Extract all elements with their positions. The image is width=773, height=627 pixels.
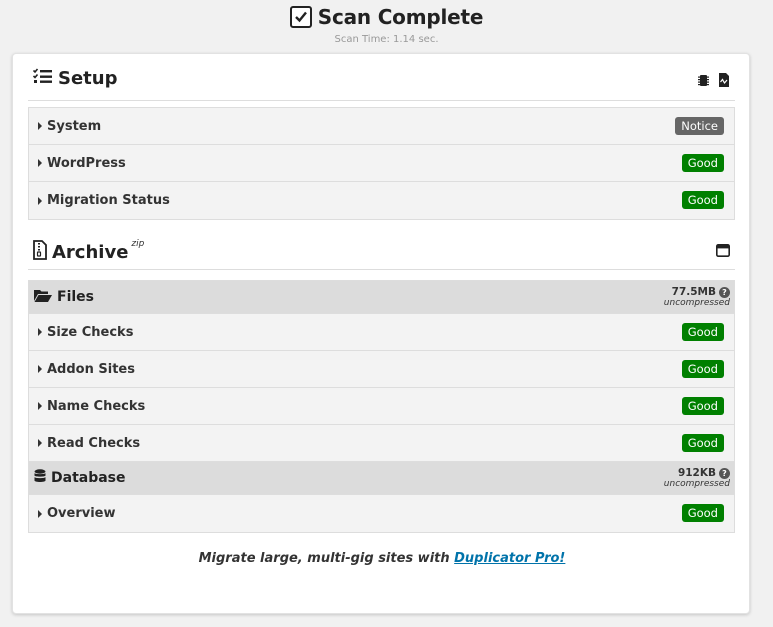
- status-badge: Good: [681, 397, 724, 415]
- scan-time: Scan Time: 1.14 sec.: [334, 34, 439, 45]
- row-label: Name Checks: [47, 398, 146, 414]
- files-group-header: Files 77.5MB? uncompressed: [29, 281, 734, 314]
- database-row-overview[interactable]: Overview Good: [29, 495, 734, 532]
- promo-text: Migrate large, multi-gig sites with: [198, 551, 455, 566]
- checkbox-checked-icon: [289, 6, 312, 28]
- status-badge: Good: [681, 191, 724, 209]
- archive-tools: [716, 242, 730, 261]
- setup-section-header: Setup: [28, 60, 735, 101]
- archive-section-header: Archive zip: [28, 230, 735, 270]
- caret-right-icon: [38, 328, 42, 336]
- caret-right-icon: [38, 402, 42, 410]
- caret-right-icon: [38, 196, 42, 205]
- files-row-addon-sites[interactable]: Addon Sites Good: [29, 351, 734, 388]
- setup-row-wordpress[interactable]: WordPress Good: [29, 145, 734, 182]
- duplicator-pro-link[interactable]: Duplicator Pro!: [454, 551, 565, 566]
- archive-format: zip: [131, 238, 145, 249]
- status-badge: Good: [681, 504, 724, 522]
- microchip-icon[interactable]: [697, 72, 710, 91]
- title-row: Scan Complete: [0, 5, 773, 29]
- database-icon: [34, 469, 46, 487]
- status-badge: Good: [681, 360, 724, 378]
- scan-header: Scan Complete Scan Time: 1.14 sec.: [0, 0, 773, 52]
- caret-right-icon: [38, 365, 42, 373]
- status-badge: Good: [681, 154, 724, 172]
- row-label: Addon Sites: [47, 361, 135, 377]
- checklist-icon: [32, 68, 53, 89]
- caret-right-icon: [38, 122, 42, 130]
- files-size-note: uncompressed: [663, 298, 730, 308]
- files-size: 77.5MB: [671, 286, 716, 298]
- help-icon[interactable]: ?: [719, 287, 730, 298]
- database-size-info: 912KB? uncompressed: [664, 468, 730, 490]
- row-label: Migration Status: [47, 193, 170, 208]
- files-group-title: Files: [34, 289, 94, 306]
- scan-results-panel: Setup System Notice WordPress Good Migra…: [12, 53, 750, 614]
- database-size-note: uncompressed: [663, 479, 730, 489]
- database-title-text: Database: [51, 470, 126, 486]
- archive-title: Archive zip: [33, 238, 145, 265]
- archive-checks-list: Files 77.5MB? uncompressed Size Checks G…: [28, 280, 735, 533]
- setup-tools: [697, 72, 730, 91]
- setup-row-system[interactable]: System Notice: [29, 108, 734, 145]
- pro-promo: Migrate large, multi-gig sites with Dupl…: [13, 551, 751, 566]
- database-group-header: Database 912KB? uncompressed: [29, 462, 734, 495]
- caret-right-icon: [38, 439, 42, 447]
- files-row-read-checks[interactable]: Read Checks Good: [29, 425, 734, 462]
- caret-right-icon: [38, 509, 42, 518]
- database-group-title: Database: [34, 469, 126, 487]
- files-title-text: Files: [57, 289, 94, 305]
- help-icon[interactable]: ?: [719, 468, 730, 479]
- folder-open-icon: [34, 289, 52, 306]
- archive-title-text: Archive: [52, 242, 129, 263]
- row-label: WordPress: [47, 155, 126, 171]
- status-badge: Good: [681, 323, 724, 341]
- setup-checks-list: System Notice WordPress Good Migration S…: [28, 107, 735, 220]
- setup-title-text: Setup: [58, 68, 118, 89]
- status-badge: Good: [681, 434, 724, 452]
- setup-title: Setup: [32, 68, 118, 89]
- files-size-info: 77.5MB? uncompressed: [664, 287, 730, 309]
- row-label: Size Checks: [47, 324, 134, 340]
- window-maximize-icon[interactable]: [716, 242, 730, 261]
- file-report-icon[interactable]: [718, 72, 730, 91]
- file-archive-icon: [33, 240, 47, 265]
- files-row-name-checks[interactable]: Name Checks Good: [29, 388, 734, 425]
- setup-row-migration-status[interactable]: Migration Status Good: [29, 182, 734, 219]
- page-title: Scan Complete: [317, 5, 484, 29]
- row-label: Read Checks: [47, 435, 141, 451]
- row-label: System: [47, 118, 102, 134]
- row-label: Overview: [47, 506, 116, 521]
- files-row-size-checks[interactable]: Size Checks Good: [29, 314, 734, 351]
- database-size: 912KB: [677, 467, 716, 479]
- status-badge: Notice: [675, 117, 724, 135]
- caret-right-icon: [38, 159, 42, 167]
